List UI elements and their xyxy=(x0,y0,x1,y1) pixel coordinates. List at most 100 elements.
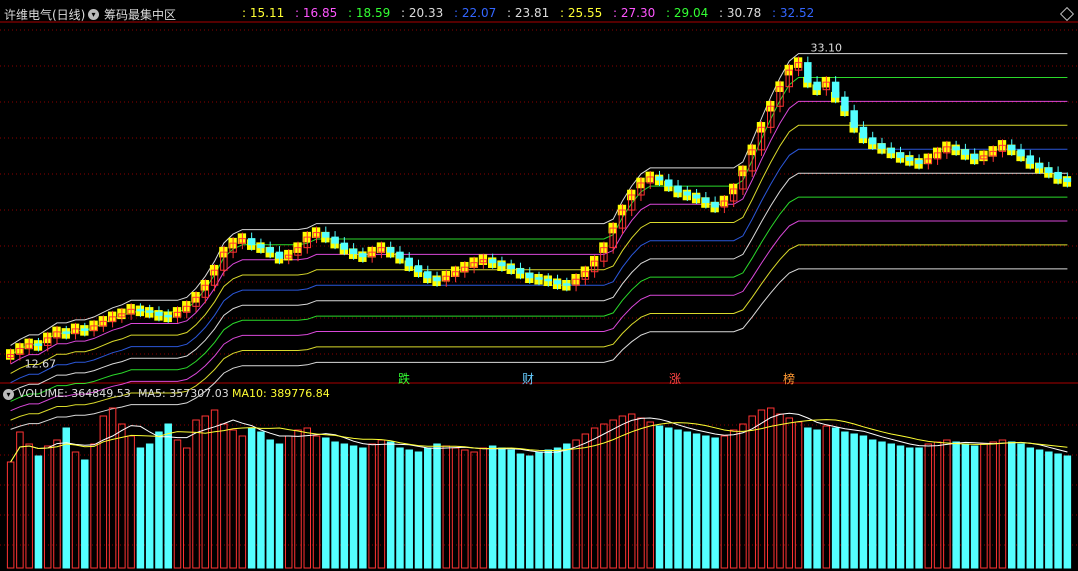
contour-line-2 xyxy=(10,100,1068,365)
candle-body xyxy=(1035,162,1044,169)
price-level-3: : 20.33 xyxy=(401,6,444,20)
volume-bar xyxy=(766,407,775,569)
stock-chart[interactable]: 33.10 12.67 xyxy=(0,0,1078,571)
price-level-10: : 32.52 xyxy=(772,6,815,20)
candle-body xyxy=(525,272,534,279)
volume-bar xyxy=(581,433,590,569)
volume-bar xyxy=(229,429,237,569)
volume-bars xyxy=(6,407,1072,569)
volume-bar xyxy=(303,427,312,569)
badge-2[interactable]: 涨 xyxy=(669,370,681,387)
volume-bar xyxy=(868,439,877,569)
volume-bar xyxy=(108,407,117,569)
candle-body xyxy=(692,194,701,199)
volume-bar xyxy=(989,441,997,569)
candle-body xyxy=(1008,144,1016,151)
candle-body xyxy=(145,310,154,313)
volume-bar xyxy=(813,429,821,569)
candle-body xyxy=(850,110,858,128)
stock-title[interactable]: 许维电气(日线) xyxy=(4,6,85,23)
volume-bar xyxy=(692,433,701,569)
volume-bar xyxy=(1017,443,1025,569)
volume-bar xyxy=(609,419,617,569)
volume-bar xyxy=(25,443,33,569)
volume-bar xyxy=(525,455,534,569)
candle-body xyxy=(424,271,432,279)
price-level-1: : 16.85 xyxy=(295,6,338,20)
volume-bar xyxy=(739,423,747,569)
price-level-2: : 18.59 xyxy=(348,6,391,20)
volume-bar xyxy=(841,431,849,569)
volume-bar xyxy=(627,413,636,569)
volume-bar xyxy=(646,421,654,569)
contour-line-4 xyxy=(10,148,1068,384)
indicator-name[interactable]: 筹码最集中区 xyxy=(104,6,176,23)
cost-contour-lines xyxy=(10,53,1068,430)
volume-bar xyxy=(887,443,895,569)
candle-body xyxy=(359,253,367,258)
volume-bar xyxy=(757,409,766,569)
candle-body xyxy=(386,247,395,253)
volume-bar xyxy=(655,425,664,569)
candle-body xyxy=(155,311,163,316)
badge-3[interactable]: 榜 xyxy=(783,370,795,387)
candle-body xyxy=(247,238,256,246)
volume-bar xyxy=(284,435,293,569)
volume-bar xyxy=(470,451,478,569)
badge-0[interactable]: 跌 xyxy=(398,370,410,387)
volume-bar xyxy=(424,447,432,569)
diamond-icon[interactable] xyxy=(1059,6,1075,22)
candle-body xyxy=(841,96,849,112)
volume-bar xyxy=(43,445,52,569)
volume-bar xyxy=(998,439,1007,569)
volume-bar xyxy=(498,447,506,569)
price-level-6: : 25.55 xyxy=(560,6,603,20)
volume-bar xyxy=(665,427,673,569)
candle-body xyxy=(340,242,349,250)
volume-bar xyxy=(488,445,497,569)
volume-header: ▾ VOLUME: 364849.53 MA5: 357307.03 MA10:… xyxy=(0,385,1078,401)
volume-bar xyxy=(943,439,951,569)
volume-bar xyxy=(359,447,367,569)
volume-bar xyxy=(1063,455,1072,569)
volume-bar xyxy=(553,447,562,569)
candle-body xyxy=(970,153,979,160)
contour-line-9 xyxy=(10,268,1068,430)
volume-bar xyxy=(785,417,794,569)
volume-bar xyxy=(674,429,682,569)
candle-body xyxy=(711,202,719,208)
volume-bar xyxy=(62,427,70,569)
volume-bar xyxy=(294,429,302,569)
candle-body xyxy=(544,278,553,282)
candle-body xyxy=(488,259,497,264)
volume-bar xyxy=(164,423,172,569)
candle-body xyxy=(702,197,710,204)
candle-body xyxy=(1054,171,1062,179)
volume-bar xyxy=(312,435,321,569)
candle-body xyxy=(331,236,339,244)
candle-body xyxy=(1045,167,1053,173)
volume-bar xyxy=(906,447,914,569)
volume-bar xyxy=(711,437,719,569)
candle-body xyxy=(952,146,960,151)
candle-body xyxy=(322,232,330,238)
candle-body xyxy=(433,277,441,282)
badge-1[interactable]: 财 xyxy=(522,370,534,387)
volume-bar xyxy=(349,445,358,569)
volume-bar xyxy=(377,439,386,569)
high-label: 33.10 xyxy=(811,42,843,55)
candle-body xyxy=(831,81,840,98)
candle-body xyxy=(878,143,886,149)
volume-bar xyxy=(961,443,970,569)
candle-body xyxy=(1026,155,1035,164)
volume-bar xyxy=(915,447,923,569)
volume-bar xyxy=(729,429,738,569)
volume-bar xyxy=(201,415,210,569)
chevron-down-icon: ▾ xyxy=(88,9,99,20)
candle-body xyxy=(275,251,284,259)
contour-line-6 xyxy=(10,196,1068,402)
volume-bar xyxy=(1026,447,1035,569)
candle-body xyxy=(868,137,877,145)
price-header: 许维电气(日线) ▾ 筹码最集中区 : 15.11: 16.85: 18.59:… xyxy=(0,3,1078,23)
price-level-5: : 23.81 xyxy=(507,6,550,20)
